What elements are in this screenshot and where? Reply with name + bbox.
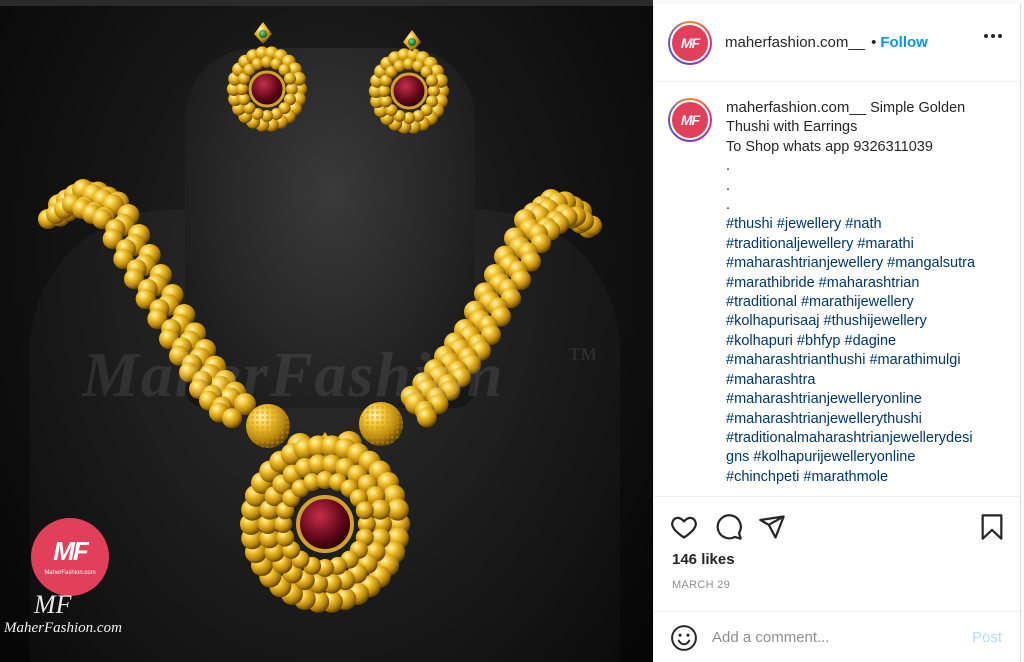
caption-line: . xyxy=(726,177,731,194)
caption-username[interactable]: maherfashion.com__ xyxy=(726,99,866,116)
follow-button[interactable]: Follow xyxy=(880,34,928,51)
caption-first-line: maherfashion.com__ Simple Golden xyxy=(726,98,998,118)
header-separator: • xyxy=(871,34,877,51)
bookmark-icon[interactable] xyxy=(978,513,1006,541)
caption-first-text: Simple Golden xyxy=(870,100,966,116)
hashtag-line[interactable]: #maharashtra xyxy=(726,371,998,390)
hashtag-line[interactable]: #chinchpeti #marathmole xyxy=(726,468,998,487)
post-header: MF maherfashion.com__ • Follow xyxy=(654,4,1020,82)
image-watermark: MaherFashion xyxy=(82,339,505,410)
hashtag-line[interactable]: #marathibride #maharashtrian xyxy=(726,274,998,293)
hashtag-line[interactable]: #maharashtrianthushi #marathimulgi xyxy=(726,351,998,370)
header-username[interactable]: maherfashion.com__ xyxy=(725,34,865,51)
share-icon[interactable] xyxy=(758,513,786,541)
caption-line: . xyxy=(726,197,731,214)
post-date[interactable]: MARCH 29 xyxy=(672,579,730,591)
hashtag-line[interactable]: #kolhapuri #bhfyp #dagine xyxy=(726,332,998,351)
caption-line: To Shop whats app 9326311039 xyxy=(726,138,933,155)
hashtag-line[interactable]: #traditional #marathijewellery xyxy=(726,293,998,312)
caption-avatar-image: MF xyxy=(670,100,710,140)
brand-script-initials: MF xyxy=(34,590,72,619)
post-comment-button[interactable]: Post xyxy=(972,629,1002,646)
comment-icon[interactable] xyxy=(715,513,743,541)
hashtag-line[interactable]: #maharashtrianjewellery #mangalsutra xyxy=(726,254,998,273)
caption-line: . xyxy=(726,158,731,175)
pendant-ruby-stone xyxy=(296,495,354,553)
hashtag-line[interactable]: #maharashtrianjewellerythushi xyxy=(726,410,998,429)
hashtag-line[interactable]: #traditionalmaharashtrianjewellerydesi xyxy=(726,429,998,448)
caption-line: Thushi with Earrings xyxy=(726,119,858,136)
brand-domain-text: MaherFashion.com xyxy=(4,620,122,636)
likes-count[interactable]: 146 likes xyxy=(672,551,735,568)
brand-logo-site: MaherFashion.com xyxy=(44,570,96,576)
brand-logo-mark: MF xyxy=(53,536,89,566)
heart-icon[interactable] xyxy=(670,513,698,541)
earring-left-stone xyxy=(248,70,286,108)
post-image[interactable]: MaherFashion ™ MF MaherFashion.com MF Ma… xyxy=(0,0,653,662)
post-actions: 146 likes MARCH 29 Post xyxy=(654,496,1020,662)
hashtag-line[interactable]: #kolhapurisaaj #thushijewellery xyxy=(726,312,998,331)
image-watermark-trademark: ™ xyxy=(568,342,598,375)
avatar-image: MF xyxy=(670,22,710,63)
brand-logo: MF MaherFashion.com xyxy=(31,518,109,596)
caption-text: maherfashion.com__ Simple Golden Thushi … xyxy=(726,98,998,496)
hashtag-line[interactable]: #maharashtrianjewelleryonline xyxy=(726,390,998,409)
earring-right-stone xyxy=(390,72,428,110)
hashtag-line[interactable]: gns #kolhapurijewelleryonline xyxy=(726,448,998,467)
hashtag-line[interactable]: #traditionaljewellery #marathi xyxy=(726,235,998,254)
comment-bar: Post xyxy=(654,611,1020,662)
caption-area: MF maherfashion.com__ Simple Golden Thus… xyxy=(654,82,1020,496)
more-icon[interactable] xyxy=(984,34,1002,38)
hashtag-line[interactable]: #thushi #jewellery #nath xyxy=(726,215,998,234)
post-panel: MF maherfashion.com__ • Follow MF maherf… xyxy=(653,4,1021,662)
comment-input[interactable] xyxy=(712,629,952,646)
caption-avatar[interactable]: MF xyxy=(668,98,712,142)
avatar[interactable]: MF xyxy=(668,20,712,65)
emoji-icon[interactable] xyxy=(670,624,698,652)
